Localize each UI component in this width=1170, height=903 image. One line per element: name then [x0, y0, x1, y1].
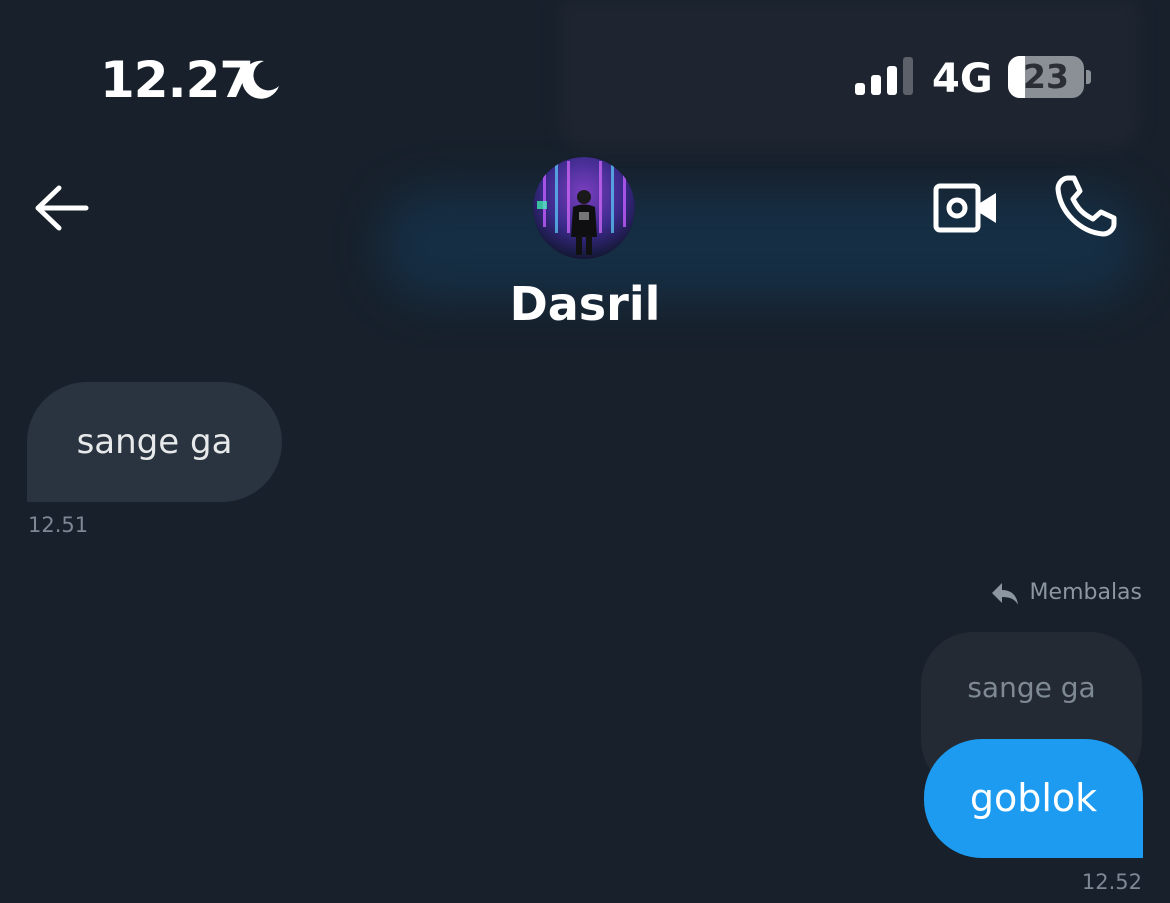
signal-bar-1: [855, 83, 865, 95]
incoming-message-bubble[interactable]: sange ga: [27, 382, 282, 502]
outgoing-message-time: 12.52: [1081, 870, 1142, 894]
phone-icon[interactable]: [1052, 172, 1120, 240]
signal-bar-2: [871, 75, 881, 95]
reply-label: Membalas: [1029, 580, 1142, 605]
reply-icon: [992, 583, 1018, 605]
battery-level: 23: [1023, 57, 1069, 96]
reply-indicator: Membalas: [990, 576, 1142, 610]
outgoing-message-bubble[interactable]: goblok: [924, 739, 1143, 858]
chat-screen: 12.27 4G 23 Dasril sange ga 12.51 Membal…: [0, 0, 1170, 903]
video-call-icon[interactable]: [930, 178, 1000, 238]
status-time: 12.27: [100, 51, 254, 109]
incoming-message-time: 12.51: [28, 513, 89, 537]
network-type: 4G: [932, 56, 993, 102]
signal-bar-4: [903, 57, 913, 95]
avatar-photo: [533, 157, 635, 259]
battery-icon: 23: [1008, 56, 1084, 98]
battery-nub: [1086, 70, 1091, 84]
moon-icon: [242, 60, 279, 99]
signal-bar-3: [887, 66, 897, 95]
signal-icon: [855, 57, 913, 95]
contact-name[interactable]: Dasril: [385, 276, 785, 332]
contact-avatar[interactable]: [533, 157, 635, 259]
back-arrow-icon[interactable]: [30, 180, 92, 236]
